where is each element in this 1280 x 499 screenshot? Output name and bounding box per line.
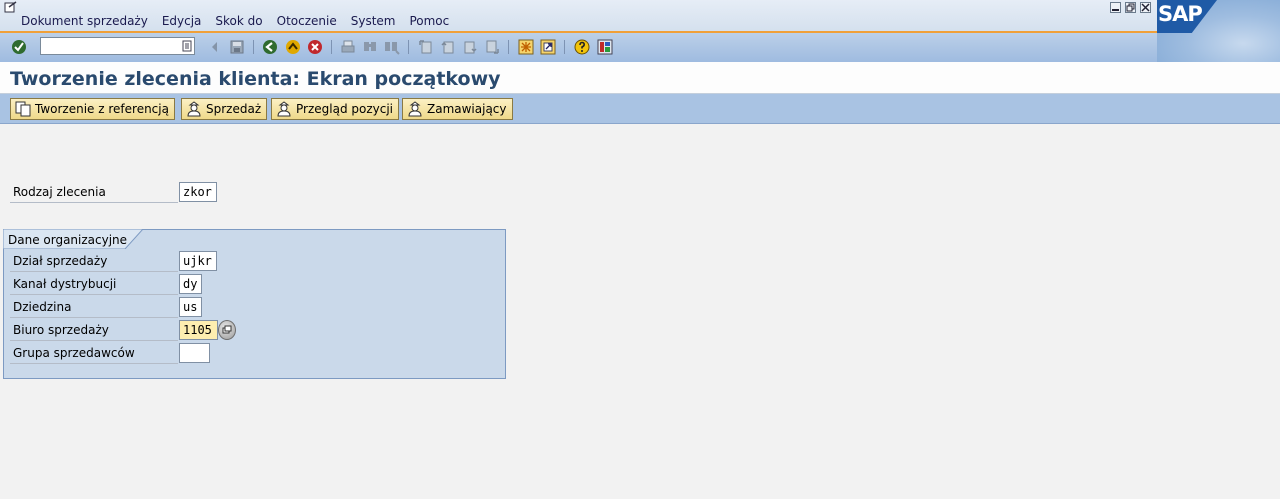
order-type-label: Rodzaj zlecenia: [13, 185, 106, 199]
create-session-icon[interactable]: [518, 39, 534, 55]
print-icon[interactable]: [340, 39, 356, 55]
system-menu-icon[interactable]: [4, 1, 18, 13]
command-history-icon[interactable]: [182, 40, 192, 52]
close-icon[interactable]: [1140, 2, 1151, 13]
menu-dokument-sprzedazy[interactable]: Dokument sprzedaży: [21, 14, 148, 28]
minimize-icon[interactable]: [1110, 2, 1121, 13]
restore-icon[interactable]: [1125, 2, 1136, 13]
sales-org-field[interactable]: ujkr: [179, 251, 217, 271]
next-page-icon[interactable]: [462, 39, 478, 55]
back-arrow-icon[interactable]: [207, 39, 223, 55]
row-underline: [10, 294, 178, 295]
application-toolbar: Tworzenie z referencją Sprzedaż Przegląd…: [0, 94, 1280, 124]
sales-group-label: Grupa sprzedawców: [13, 346, 135, 360]
sap-logo-text: SAP: [1158, 2, 1203, 26]
back-icon[interactable]: [262, 39, 278, 55]
division-field[interactable]: us: [179, 297, 202, 317]
menu-bar: Dokument sprzedaży Edycja Skok do Otocze…: [0, 0, 1280, 32]
row-underline: [10, 363, 178, 364]
first-page-icon[interactable]: [418, 39, 434, 55]
sap-logo: SAP: [1157, 0, 1280, 62]
distribution-channel-label: Kanał dystrybucji: [13, 277, 117, 291]
page-title: Tworzenie zlecenia klienta: Ekran począt…: [10, 68, 501, 90]
shortcut-icon[interactable]: [540, 39, 556, 55]
menu-skok-do[interactable]: Skok do: [215, 14, 262, 28]
menu-system[interactable]: System: [351, 14, 396, 28]
sales-org-label: Dział sprzedaży: [13, 254, 108, 268]
menu-edycja[interactable]: Edycja: [162, 14, 202, 28]
title-bar: Tworzenie zlecenia klienta: Ekran począt…: [0, 62, 1280, 94]
ordering-party-label: Zamawiający: [427, 102, 507, 116]
person-hat-icon: [407, 101, 423, 117]
menu-pomoc[interactable]: Pomoc: [409, 14, 449, 28]
org-data-title: Dane organizacyjne: [8, 233, 128, 247]
sales-office-field[interactable]: 1105: [179, 320, 218, 340]
ordering-party-button[interactable]: Zamawiający: [402, 98, 513, 120]
distribution-channel-field[interactable]: dy: [179, 274, 202, 294]
find-icon[interactable]: [362, 39, 378, 55]
division-label: Dziedzina: [13, 300, 72, 314]
menu-otoczenie[interactable]: Otoczenie: [277, 14, 337, 28]
enter-icon[interactable]: [11, 39, 27, 55]
cancel-icon[interactable]: [307, 39, 323, 55]
find-next-icon[interactable]: [384, 39, 400, 55]
person-hat-icon: [186, 101, 202, 117]
order-type-underline: [10, 202, 178, 203]
sales-office-label: Biuro sprzedaży: [13, 323, 109, 337]
command-field[interactable]: [40, 37, 195, 55]
row-underline: [10, 340, 178, 341]
value-help-button[interactable]: [218, 320, 236, 340]
exit-icon[interactable]: [285, 39, 301, 55]
item-overview-button[interactable]: Przegląd pozycji: [271, 98, 400, 120]
create-with-reference-button[interactable]: Tworzenie z referencją: [10, 98, 175, 120]
last-page-icon[interactable]: [484, 39, 500, 55]
save-icon[interactable]: [229, 39, 245, 55]
row-underline: [10, 317, 178, 318]
previous-page-icon[interactable]: [440, 39, 456, 55]
item-overview-label: Przegląd pozycji: [296, 102, 394, 116]
create-with-reference-label: Tworzenie z referencją: [35, 102, 169, 116]
value-help-icon: [222, 325, 232, 334]
row-underline: [10, 271, 178, 272]
order-type-field[interactable]: zkor: [179, 182, 217, 202]
layout-icon[interactable]: [597, 39, 613, 55]
sales-label: Sprzedaż: [206, 102, 262, 116]
sales-button[interactable]: Sprzedaż: [181, 98, 268, 120]
person-hat-icon: [276, 101, 292, 117]
help-icon[interactable]: [574, 39, 590, 55]
copy-document-icon: [15, 101, 31, 117]
sales-group-field[interactable]: [179, 343, 210, 363]
standard-toolbar: [0, 33, 1157, 62]
